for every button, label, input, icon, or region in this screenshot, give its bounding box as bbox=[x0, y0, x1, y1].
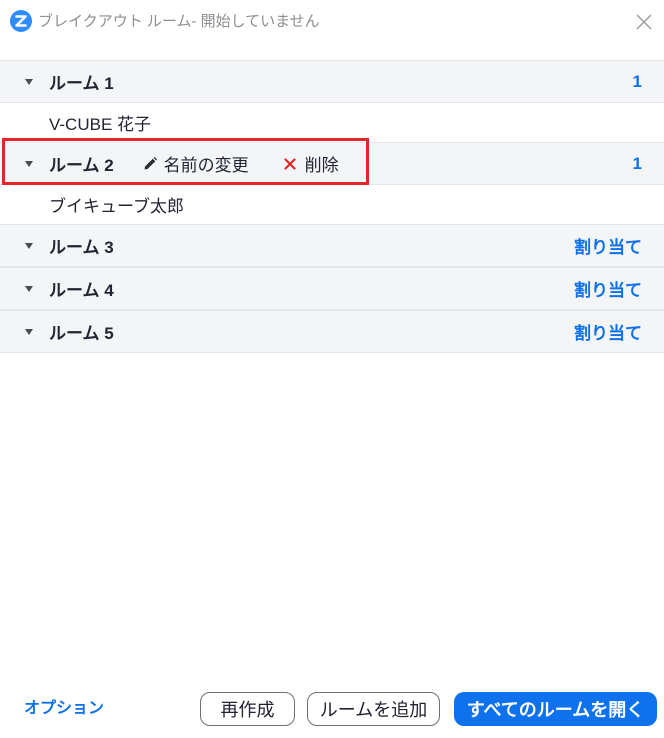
room-name: ルーム 4 bbox=[49, 281, 114, 300]
rename-label: 名前の変更 bbox=[163, 156, 249, 175]
room-name: ルーム 5 bbox=[49, 324, 114, 343]
room-header-2[interactable]: ルーム 2 名前の変更 削除 1 bbox=[0, 142, 664, 185]
pencil-icon bbox=[144, 157, 157, 170]
room-header-1[interactable]: ルーム 1 1 bbox=[0, 60, 664, 103]
recreate-button[interactable]: 再作成 bbox=[200, 692, 295, 726]
zoom-logo-icon bbox=[10, 10, 32, 32]
member-name: ブイキューブ太郎 bbox=[49, 197, 184, 216]
delete-room-button[interactable]: 削除 bbox=[284, 151, 339, 176]
options-link[interactable]: オプション bbox=[24, 697, 104, 721]
room-name: ルーム 2 bbox=[49, 156, 114, 175]
chevron-down-icon bbox=[25, 328, 33, 335]
participant-count: 1 bbox=[632, 71, 642, 91]
member-row[interactable]: ブイキューブ太郎 bbox=[0, 185, 664, 224]
add-room-button[interactable]: ルームを追加 bbox=[307, 692, 440, 726]
room-name: ルーム 1 bbox=[49, 74, 114, 93]
room-header-4[interactable]: ルーム 4 割り当て bbox=[0, 267, 664, 310]
chevron-down-icon bbox=[25, 160, 33, 167]
window-title: ブレイクアウト ルーム- 開始していません bbox=[38, 13, 320, 30]
chevron-down-icon bbox=[25, 285, 33, 292]
close-icon[interactable] bbox=[634, 12, 654, 32]
assign-button[interactable]: 割り当て bbox=[574, 319, 642, 344]
chevron-down-icon bbox=[25, 78, 33, 85]
room-header-5[interactable]: ルーム 5 割り当て bbox=[0, 310, 664, 353]
assign-button[interactable]: 割り当て bbox=[574, 276, 642, 301]
rename-room-button[interactable]: 名前の変更 bbox=[144, 151, 249, 176]
delete-x-icon bbox=[284, 157, 296, 170]
room-actions: 名前の変更 削除 bbox=[144, 151, 339, 176]
member-row[interactable]: V-CUBE 花子 bbox=[0, 103, 664, 142]
assign-button[interactable]: 割り当て bbox=[574, 233, 642, 258]
room-name: ルーム 3 bbox=[49, 238, 114, 257]
participant-count: 1 bbox=[632, 153, 642, 173]
open-all-rooms-button[interactable]: すべてのルームを開く bbox=[454, 692, 657, 726]
member-name: V-CUBE 花子 bbox=[49, 115, 152, 134]
delete-label: 削除 bbox=[304, 156, 339, 175]
room-header-3[interactable]: ルーム 3 割り当て bbox=[0, 224, 664, 267]
room-list: ルーム 1 1 V-CUBE 花子 ルーム 2 名前の変更 削除 1 ブイキュー… bbox=[0, 60, 664, 353]
chevron-down-icon bbox=[25, 242, 33, 249]
title-bar: ブレイクアウト ルーム- 開始していません bbox=[0, 0, 664, 44]
